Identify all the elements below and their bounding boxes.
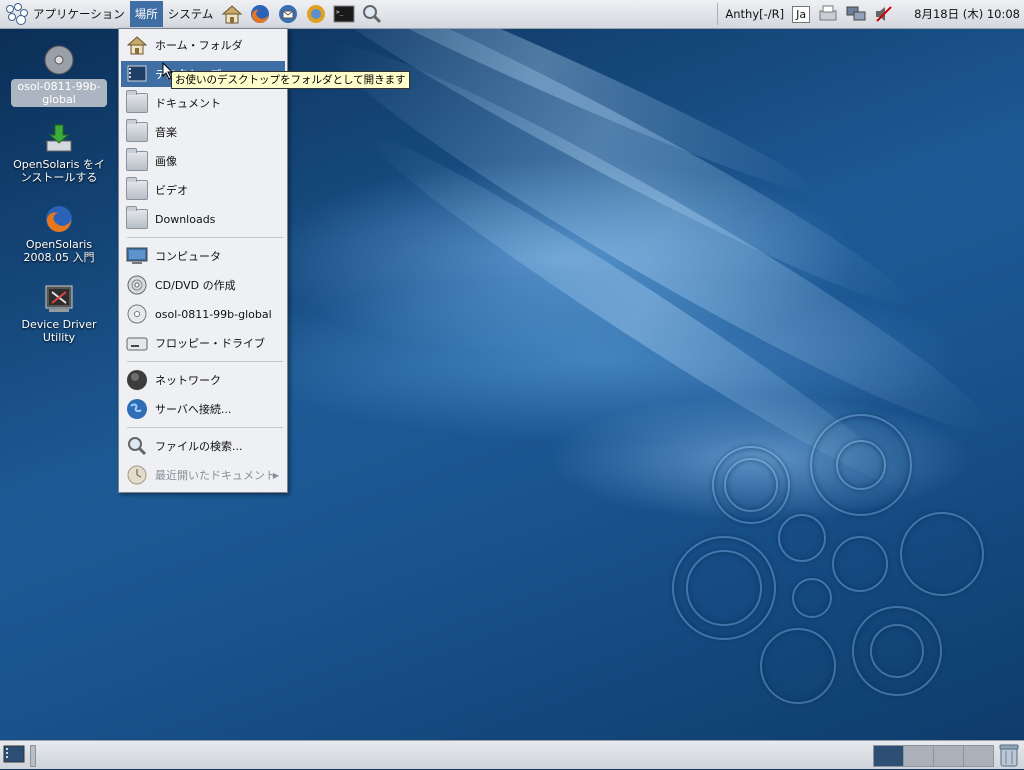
wallpaper-ring <box>724 458 778 512</box>
places-menu: ホーム・フォルダ デスクトップ ドキュメント 音楽 画像 ビデオ Downloa… <box>118 28 288 493</box>
desktop-icon-cdrom[interactable]: osol-0811-99b-global <box>11 44 107 107</box>
folder-icon <box>125 206 149 231</box>
menu-separator <box>127 237 283 238</box>
cdrom-icon <box>125 302 149 326</box>
desktop-icon-label: Device Driver Utility <box>21 318 97 344</box>
wallpaper-ring <box>836 440 886 490</box>
network-icon <box>125 368 149 392</box>
mouse-cursor-icon <box>162 61 174 83</box>
bottom-panel <box>0 740 1024 769</box>
wallpaper-ray <box>310 28 1010 463</box>
menu-item-documents[interactable]: ドキュメント <box>121 90 285 116</box>
install-icon <box>43 123 75 155</box>
folder-icon <box>125 90 149 115</box>
menu-item-label: 最近開いたドキュメント <box>155 469 276 482</box>
terminal-icon[interactable]: >_ <box>332 2 356 26</box>
places-menu-button[interactable]: 場所 <box>129 1 163 27</box>
workspace-1[interactable] <box>873 745 904 767</box>
menu-item-label: ファイルの検索... <box>155 440 243 453</box>
panel-separator <box>717 3 719 25</box>
menu-separator <box>127 361 283 362</box>
wallpaper-ring <box>686 550 762 626</box>
cdrom-icon <box>43 44 75 76</box>
trash-icon[interactable] <box>998 743 1020 767</box>
home-folder-icon <box>125 33 149 57</box>
menu-item-label: ドキュメント <box>155 97 221 110</box>
wallpaper-ring <box>900 512 984 596</box>
applications-menu[interactable]: アプリケーション <box>28 1 130 27</box>
menu-item-downloads[interactable]: Downloads <box>121 206 285 232</box>
menu-item-label: フロッピー・ドライブ <box>155 337 265 350</box>
top-panel: アプリケーション 場所 システム >_ Anthy[-/R] Ja 8月18日 … <box>0 0 1024 29</box>
menu-item-search-files[interactable]: ファイルの検索... <box>121 433 285 459</box>
menu-item-computer[interactable]: コンピュータ <box>121 243 285 269</box>
menu-item-recent-documents[interactable]: 最近開いたドキュメント ▶ <box>121 462 285 488</box>
cd-burner-icon <box>125 273 149 297</box>
menu-item-label: ホーム・フォルダ <box>155 39 243 52</box>
thunderbird-icon[interactable] <box>276 2 300 26</box>
gnome-foot-icon[interactable] <box>6 3 28 25</box>
printer-icon[interactable] <box>816 2 840 26</box>
search-icon <box>125 434 149 458</box>
desktop-icon-device-driver[interactable]: Device Driver Utility <box>11 283 107 344</box>
menu-item-network[interactable]: ネットワーク <box>121 367 285 393</box>
menu-item-label: ビデオ <box>155 184 188 197</box>
desktop-icon-label: OpenSolaris をインストールする <box>13 158 105 184</box>
globe-icon <box>125 397 149 421</box>
home-icon[interactable] <box>220 2 244 26</box>
menu-item-label: 音楽 <box>155 126 177 139</box>
menu-item-label: CD/DVD の作成 <box>155 279 236 292</box>
menu-item-videos[interactable]: ビデオ <box>121 177 285 203</box>
menu-separator <box>127 427 283 428</box>
submenu-arrow-icon: ▶ <box>272 470 279 480</box>
device-driver-icon <box>43 283 75 315</box>
wallpaper-ring <box>778 514 826 562</box>
workspace-2[interactable] <box>903 745 934 767</box>
input-method-indicator[interactable]: Anthy[-/R] <box>721 7 788 21</box>
folder-icon <box>125 148 149 173</box>
firefox-icon <box>43 203 75 235</box>
network-status-icon[interactable] <box>844 2 868 26</box>
folder-icon <box>125 119 149 144</box>
recent-icon <box>125 463 149 487</box>
system-menu[interactable]: システム <box>163 1 219 27</box>
menu-item-label: Downloads <box>155 212 216 226</box>
menu-item-label: サーバへ接続... <box>155 403 232 416</box>
desktop-folder-icon <box>125 62 149 86</box>
desktop-icon-label: osol-0811-99b-global <box>11 79 107 107</box>
folder-icon <box>125 177 149 202</box>
tooltip: お使いのデスクトップをフォルダとして開きます <box>171 71 410 89</box>
menu-item-pictures[interactable]: 画像 <box>121 148 285 174</box>
desktop-icon-label: OpenSolaris 2008.05 入門 <box>23 238 95 264</box>
desktop-icon-install[interactable]: OpenSolaris をインストールする <box>11 123 107 184</box>
wallpaper-ring <box>832 536 888 592</box>
wallpaper-ring <box>792 578 832 618</box>
keyboard-indicator[interactable]: Ja <box>792 5 811 23</box>
wallpaper-ring <box>870 624 924 678</box>
desktop-icon-intro[interactable]: OpenSolaris 2008.05 入門 <box>11 203 107 264</box>
menu-item-connect-server[interactable]: サーバへ接続... <box>121 396 285 422</box>
volume-muted-icon[interactable] <box>872 2 896 26</box>
menu-item-cd-burner[interactable]: CD/DVD の作成 <box>121 272 285 298</box>
floppy-icon <box>125 331 149 355</box>
menu-item-label: コンピュータ <box>155 250 221 263</box>
wallpaper-ring <box>760 628 836 704</box>
workspace-3[interactable] <box>933 745 964 767</box>
svg-text:>_: >_ <box>336 9 344 16</box>
menu-item-floppy[interactable]: フロッピー・ドライブ <box>121 330 285 356</box>
clock[interactable]: 8月18日 (木) 10:08 <box>910 6 1024 22</box>
menu-item-home[interactable]: ホーム・フォルダ <box>121 32 285 58</box>
computer-icon <box>125 244 149 268</box>
workspace-4[interactable] <box>963 745 994 767</box>
menu-item-cdrom[interactable]: osol-0811-99b-global <box>121 301 285 327</box>
search-icon[interactable] <box>360 2 384 26</box>
update-icon[interactable] <box>304 2 328 26</box>
show-desktop-icon[interactable] <box>3 744 25 764</box>
menu-item-music[interactable]: 音楽 <box>121 119 285 145</box>
menu-item-label: ネットワーク <box>155 374 221 387</box>
menu-item-label: 画像 <box>155 155 177 168</box>
firefox-icon[interactable] <box>248 2 272 26</box>
menu-item-label: osol-0811-99b-global <box>155 307 272 321</box>
panel-handle[interactable] <box>30 745 36 767</box>
